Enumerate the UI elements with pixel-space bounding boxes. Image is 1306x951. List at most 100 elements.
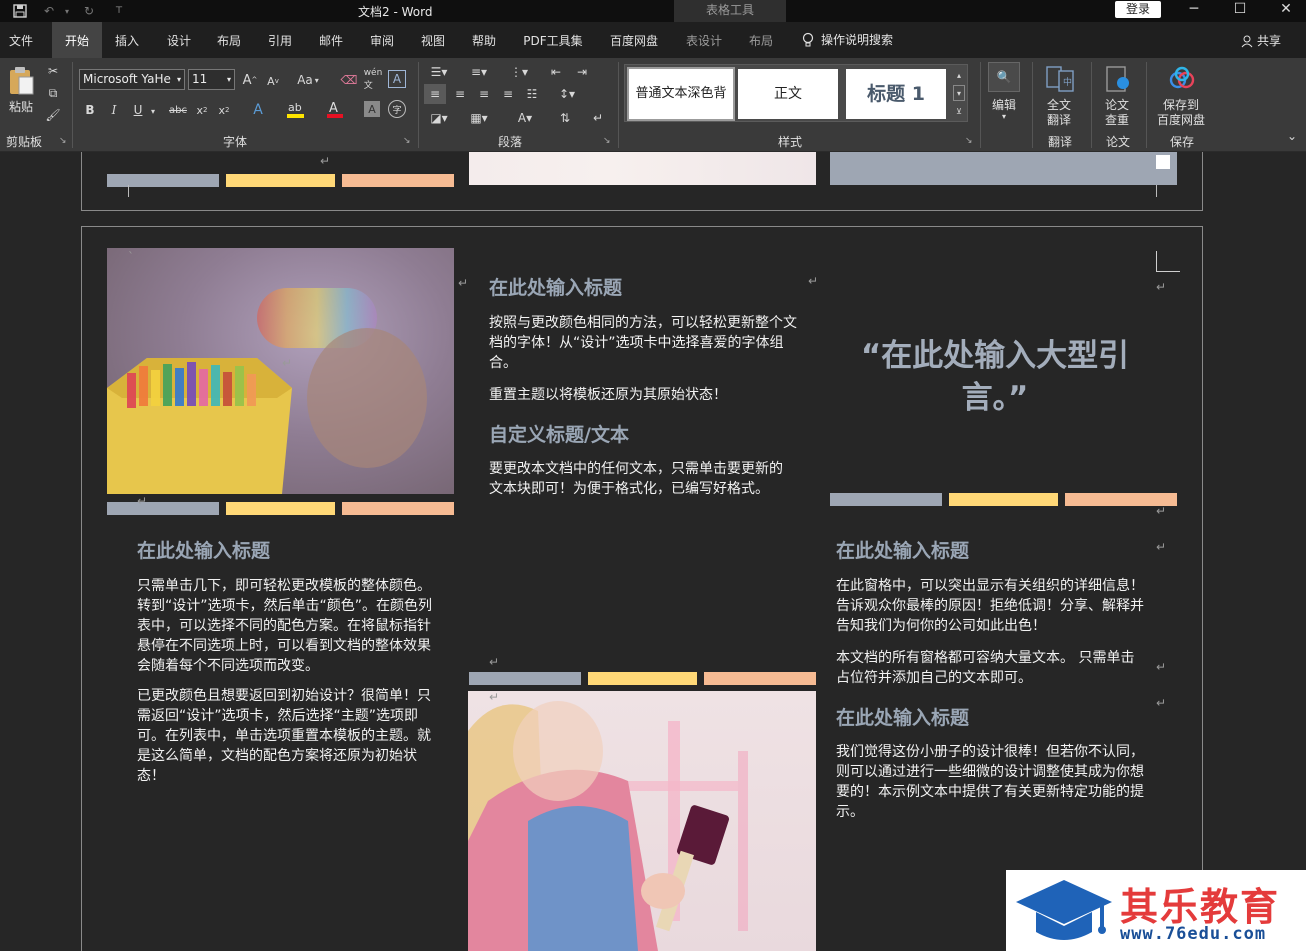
editing-label[interactable]: 编辑 xyxy=(992,96,1016,113)
col3-paragraph-2[interactable]: 本文档的所有窗格都可容纳大量文本。 只需单击占位符并添加自己的文本即可。 xyxy=(836,648,1148,688)
document-canvas[interactable]: ↵ ` ↵ ↵ ↵ 在此处输入标题 只需单击几下，即可轻松更改模板的整体颜色。转… xyxy=(0,152,1306,951)
col1-heading[interactable]: 在此处输入标题 xyxy=(137,536,270,563)
tab-review[interactable]: 审阅 xyxy=(361,22,403,58)
bold-icon[interactable]: B xyxy=(82,100,98,120)
close-icon[interactable]: ✕ xyxy=(1263,0,1306,22)
login-button[interactable]: 登录 xyxy=(1115,1,1161,18)
shrink-font-icon[interactable]: Av xyxy=(264,71,282,91)
align-right-icon[interactable]: ≡ xyxy=(474,84,494,104)
baidu-netdisk-icon[interactable] xyxy=(1166,64,1198,94)
col1-paragraph-1[interactable]: 只需单击几下，即可轻松更改模板的整体颜色。转到“设计”选项卡，然后单击“颜色”。… xyxy=(137,576,443,676)
chinese-layout-icon[interactable]: A▾ xyxy=(510,108,540,128)
sort-icon[interactable]: ⇅ xyxy=(555,108,575,128)
decrease-indent-icon[interactable]: ⇤ xyxy=(546,64,566,80)
grow-font-icon[interactable]: A ^ xyxy=(241,70,259,90)
tab-view[interactable]: 视图 xyxy=(412,22,454,58)
save-baidu-label-2[interactable]: 百度网盘 xyxy=(1157,111,1205,128)
multilevel-list-icon[interactable]: ⋮▾ xyxy=(504,64,534,80)
customize-toolbar-icon[interactable]: ⊤ xyxy=(108,2,130,20)
col2-paragraph-1[interactable]: 按照与更改颜色相同的方法，可以轻松更新整个文档的字体！从“设计”选项卡中选择喜爱… xyxy=(489,313,799,373)
shading-icon[interactable]: ◪▾ xyxy=(424,108,454,128)
paste-icon[interactable] xyxy=(6,64,36,96)
col3-heading-1[interactable]: 在此处输入标题 xyxy=(836,536,969,563)
tab-home[interactable]: 开始 xyxy=(52,22,102,58)
tab-file[interactable]: 文件 xyxy=(0,22,42,58)
styles-launcher-icon[interactable]: ↘ xyxy=(965,136,973,146)
table-handle-icon[interactable] xyxy=(1156,155,1170,169)
font-launcher-icon[interactable]: ↘ xyxy=(403,136,411,146)
change-case-button[interactable]: Aa ▾ xyxy=(293,70,323,90)
cut-icon[interactable]: ✂ xyxy=(44,62,62,80)
style-heading-1[interactable]: 标题 1 xyxy=(846,69,946,119)
clipboard-launcher-icon[interactable]: ↘ xyxy=(59,136,67,146)
underline-dropdown-icon[interactable]: ▾ xyxy=(148,102,158,120)
crayons-photo[interactable] xyxy=(107,248,454,494)
share-button[interactable]: 共享 xyxy=(1240,32,1281,49)
tell-me-search[interactable]: 操作说明搜索 xyxy=(801,31,893,48)
tab-mailings[interactable]: 邮件 xyxy=(310,22,352,58)
find-icon[interactable]: 🔍 xyxy=(988,62,1020,92)
tab-table-layout[interactable]: 布局 xyxy=(740,22,782,58)
format-painter-icon[interactable]: 🖌 xyxy=(44,106,62,124)
styles-more-icon[interactable]: ⊻ xyxy=(953,103,965,119)
tab-references[interactable]: 引用 xyxy=(259,22,301,58)
pull-quote[interactable]: “在此处输入大型引言。” xyxy=(850,335,1140,419)
col3-paragraph-3[interactable]: 我们觉得这份小册子的设计很棒！但若你不认同，则可以通过进行一些细微的设计调整使其… xyxy=(836,742,1148,822)
col2-heading-1[interactable]: 在此处输入标题 xyxy=(489,273,622,300)
tab-table-design[interactable]: 表设计 xyxy=(680,22,728,58)
paragraph-launcher-icon[interactable]: ↘ xyxy=(603,136,611,146)
minimize-icon[interactable]: ─ xyxy=(1171,0,1217,22)
copy-icon[interactable]: ⧉ xyxy=(44,84,62,102)
justify-icon[interactable]: ≡ xyxy=(498,84,518,104)
font-size-select[interactable]: 11 ▾ xyxy=(188,69,235,90)
text-effects-icon[interactable]: A xyxy=(248,100,268,120)
child-painting-photo[interactable] xyxy=(468,691,816,951)
plagiarism-check-icon[interactable] xyxy=(1102,64,1134,94)
increase-indent-icon[interactable]: ⇥ xyxy=(572,64,592,80)
tab-design[interactable]: 设计 xyxy=(158,22,200,58)
tab-layout[interactable]: 布局 xyxy=(208,22,250,58)
subscript-icon[interactable]: x2 xyxy=(194,100,210,120)
clear-formatting-icon[interactable]: ⌫ xyxy=(340,70,358,90)
col2-paragraph-2[interactable]: 重置主题以将模板还原为其原始状态！ xyxy=(489,385,799,405)
styles-scroll-up-icon[interactable]: ▴ xyxy=(953,67,965,83)
tab-baidu-netdisk[interactable]: 百度网盘 xyxy=(602,22,666,58)
collapse-ribbon-icon[interactable]: ⌄ xyxy=(1284,128,1300,144)
paste-label[interactable]: 粘贴 xyxy=(9,98,33,115)
line-spacing-icon[interactable]: ↕▾ xyxy=(552,84,582,104)
align-center-icon[interactable]: ≡ xyxy=(450,84,470,104)
borders-icon[interactable]: ▦▾ xyxy=(464,108,494,128)
align-left-icon[interactable]: ≡ xyxy=(424,84,446,104)
show-marks-icon[interactable]: ↵ xyxy=(588,108,608,128)
superscript-icon[interactable]: x2 xyxy=(216,100,232,120)
font-color-icon[interactable]: A xyxy=(324,98,346,120)
distributed-icon[interactable]: ☷ xyxy=(522,84,542,104)
editing-dropdown-icon[interactable]: ▾ xyxy=(1002,112,1006,121)
save-icon[interactable] xyxy=(9,2,31,20)
style-normal-dark[interactable]: 普通文本深色背 xyxy=(627,67,735,121)
paper-label-2[interactable]: 查重 xyxy=(1105,111,1129,128)
character-border-icon[interactable]: A xyxy=(388,70,406,88)
strikethrough-icon[interactable]: abc xyxy=(168,100,188,120)
col2-paragraph-3[interactable]: 要更改本文档中的任何文本，只需单击要更新的文本块即可！为便于格式化，已编写好格式… xyxy=(489,459,789,499)
italic-icon[interactable]: I xyxy=(106,100,122,120)
style-body[interactable]: 正文 xyxy=(738,69,838,119)
undo-dropdown-icon[interactable]: ▾ xyxy=(56,2,78,20)
tab-pdf-tools[interactable]: PDF工具集 xyxy=(518,22,588,58)
col3-paragraph-1[interactable]: 在此窗格中，可以突出显示有关组织的详细信息！告诉观众你最棒的原因！拒绝低调！分享… xyxy=(836,576,1148,636)
translate-icon[interactable]: 中 xyxy=(1044,64,1076,94)
character-shading-icon[interactable]: A xyxy=(364,101,380,117)
font-name-select[interactable]: Microsoft YaHe ▾ xyxy=(79,69,185,90)
tab-insert[interactable]: 插入 xyxy=(106,22,148,58)
full-translate-label-2[interactable]: 翻译 xyxy=(1047,111,1071,128)
col2-heading-2[interactable]: 自定义标题/文本 xyxy=(489,420,629,447)
highlight-color-icon[interactable]: ab xyxy=(284,98,308,120)
maximize-icon[interactable]: ☐ xyxy=(1217,0,1263,22)
tab-help[interactable]: 帮助 xyxy=(463,22,505,58)
underline-icon[interactable]: U xyxy=(130,100,146,120)
styles-scroll-down-icon[interactable]: ▾ xyxy=(953,85,965,101)
col1-paragraph-2[interactable]: 已更改颜色且想要返回到初始设计？很简单！只需返回“设计”选项卡，然后选择“主题”… xyxy=(137,686,443,786)
phonetic-guide-icon[interactable]: wén 文 xyxy=(363,68,383,91)
col3-heading-2[interactable]: 在此处输入标题 xyxy=(836,703,969,730)
enclose-characters-icon[interactable]: 字 xyxy=(388,100,406,118)
